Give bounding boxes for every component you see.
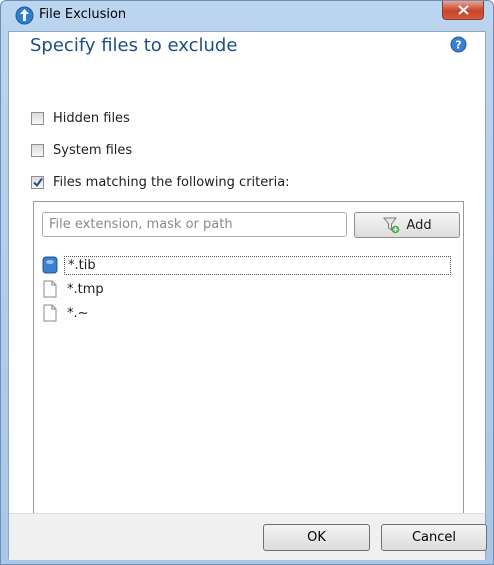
hidden-files-label: Hidden files (53, 110, 130, 126)
system-files-option[interactable]: System files (31, 141, 132, 159)
app-logo-icon (15, 6, 34, 25)
ok-button[interactable]: OK (263, 524, 370, 551)
list-item[interactable]: *.~ (42, 303, 92, 323)
file-icon (43, 304, 57, 322)
window-title: File Exclusion (39, 7, 127, 22)
matching-files-checkbox[interactable] (31, 175, 44, 189)
list-item-label: *.tib (64, 255, 451, 275)
svg-text:?: ? (455, 39, 461, 52)
close-button[interactable] (442, 1, 484, 20)
help-icon[interactable]: ? (450, 36, 467, 53)
add-button-label: Add (406, 217, 432, 233)
hidden-files-option[interactable]: Hidden files (31, 109, 130, 127)
page-title: Specify files to exclude (30, 35, 238, 56)
system-files-checkbox[interactable] (31, 143, 44, 157)
dialog-window: File Exclusion Specify files to exclude … (0, 0, 494, 565)
dialog-footer: OK Cancel (9, 513, 487, 560)
matching-files-option[interactable]: Files matching the following criteria: (31, 173, 290, 191)
hidden-files-checkbox[interactable] (31, 111, 44, 125)
criteria-panel: Add *.tib *.tmp *.~ (33, 201, 464, 517)
backup-file-icon (42, 256, 58, 274)
criteria-input[interactable] (42, 212, 347, 237)
list-item-label: *.~ (67, 305, 89, 321)
file-icon (43, 280, 57, 298)
title-bar[interactable]: File Exclusion (1, 1, 493, 31)
matching-files-label: Files matching the following criteria: (53, 174, 290, 190)
filter-add-icon (383, 217, 400, 234)
list-item-label: *.tmp (67, 281, 104, 297)
cancel-button[interactable]: Cancel (381, 524, 487, 551)
system-files-label: System files (53, 142, 133, 158)
list-item[interactable]: *.tib (42, 255, 451, 275)
checkmark-icon (33, 177, 43, 187)
close-icon (458, 5, 469, 15)
list-item[interactable]: *.tmp (42, 279, 107, 299)
add-button[interactable]: Add (354, 212, 460, 238)
